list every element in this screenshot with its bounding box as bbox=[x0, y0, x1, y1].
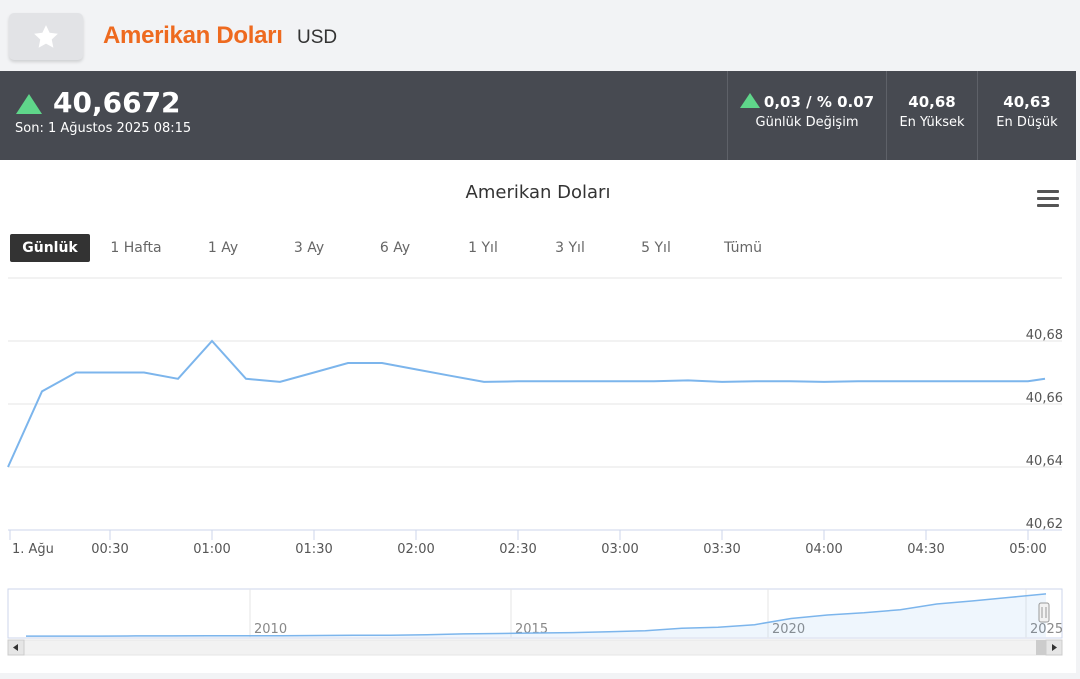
y-axis-labels: 40,62 40,64 40,66 40,68 bbox=[1026, 328, 1063, 532]
navigator-tick-label: 2010 bbox=[254, 622, 287, 637]
y-tick-label: 40,62 bbox=[1026, 517, 1063, 532]
x-tick-label: 01:30 bbox=[295, 542, 332, 557]
navigator-handle[interactable] bbox=[1038, 602, 1050, 623]
x-tick-label: 03:00 bbox=[601, 542, 638, 557]
x-tick-label: 05:00 bbox=[1009, 542, 1046, 557]
scrollbar-track bbox=[7, 639, 1063, 656]
x-tick-label: 03:30 bbox=[703, 542, 740, 557]
x-tick-label: 00:30 bbox=[91, 542, 128, 557]
y-tick-label: 40,64 bbox=[1026, 454, 1063, 469]
y-tick-label: 40,66 bbox=[1026, 391, 1063, 406]
scrollbar[interactable] bbox=[7, 639, 1063, 656]
navigator[interactable]: 2010201520202025 bbox=[7, 588, 1063, 639]
grid-lines bbox=[8, 277, 1062, 531]
y-tick-label: 40,68 bbox=[1026, 328, 1063, 343]
x-axis-labels: 1. Ağu 00:30 01:00 01:30 02:00 02:30 03:00 03:3… bbox=[12, 542, 1047, 557]
x-tick-label: 02:00 bbox=[397, 542, 434, 557]
x-tick-label: 04:30 bbox=[907, 542, 944, 557]
x-tick-label: 1. Ağu bbox=[12, 542, 54, 557]
x-tick-label: 01:00 bbox=[193, 542, 230, 557]
x-tick-label: 02:30 bbox=[499, 542, 536, 557]
price-chart: 40,62 40,64 40,66 40,68 1. Ağu 00:30 01:00 01:… bbox=[7, 277, 1063, 656]
scrollbar-thumb[interactable] bbox=[1036, 640, 1046, 655]
x-axis-ticks bbox=[9, 530, 1029, 540]
x-tick-label: 04:00 bbox=[805, 542, 842, 557]
